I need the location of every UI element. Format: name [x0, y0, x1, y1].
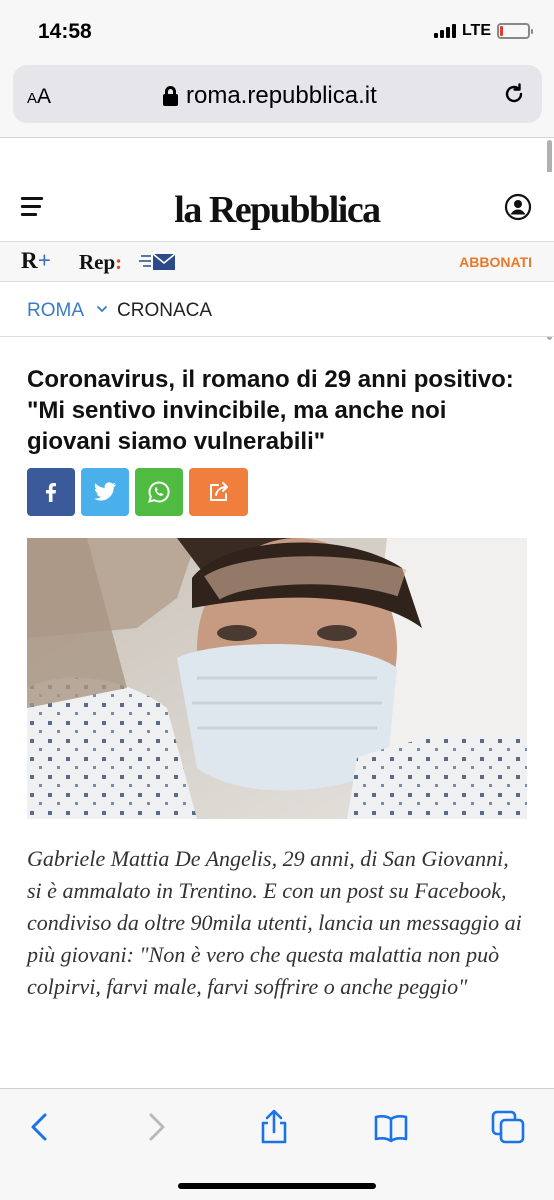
site-header: la Repubblica	[0, 172, 554, 242]
envelope-icon[interactable]	[139, 252, 177, 272]
secondary-nav: R+ Rep: ABBONATI	[0, 242, 554, 282]
twitter-icon	[94, 482, 116, 501]
twitter-share-button[interactable]	[81, 468, 129, 516]
address-bar[interactable]: AA roma.repubblica.it	[13, 65, 542, 123]
url-text: roma.repubblica.it	[186, 82, 377, 109]
status-bar: 14:58 LTE	[0, 0, 554, 62]
rplus-letter: R	[21, 248, 38, 273]
breadcrumb-section[interactable]: ROMA	[27, 300, 84, 322]
breadcrumb-subsection[interactable]: CRONACA	[117, 300, 212, 322]
battery-level	[500, 26, 504, 36]
rplus-plus: +	[37, 248, 51, 273]
home-indicator[interactable]	[178, 1183, 376, 1189]
status-time: 14:58	[38, 20, 92, 43]
network-label: LTE	[461, 22, 491, 39]
subscribe-link[interactable]: ABBONATI	[459, 254, 532, 270]
article-photo[interactable]	[27, 538, 527, 819]
patient-photo-image	[27, 538, 527, 819]
rep-colon: :	[115, 250, 123, 274]
signal-icon	[433, 24, 456, 38]
browser-address-area: AA roma.repubblica.it	[0, 62, 554, 138]
whatsapp-share-button[interactable]	[135, 468, 183, 516]
breadcrumb: ROMA CRONACA	[0, 282, 554, 337]
facebook-icon	[46, 483, 56, 502]
lock-icon	[163, 86, 178, 106]
whatsapp-icon	[148, 481, 170, 503]
reload-icon[interactable]	[502, 82, 526, 106]
share-bar	[27, 468, 248, 516]
user-account-icon[interactable]	[504, 193, 532, 221]
book-icon[interactable]	[373, 1109, 409, 1145]
article-headline: Coronavirus, il romano di 29 anni positi…	[27, 366, 514, 455]
back-chevron-icon[interactable]	[22, 1109, 58, 1145]
photo-caption: Gabriele Mattia De Angelis, 29 anni, di …	[27, 846, 522, 999]
battery-icon	[497, 23, 533, 39]
facebook-share-button[interactable]	[27, 468, 75, 516]
status-indicators: LTE	[433, 22, 533, 40]
chevron-down-icon[interactable]	[95, 302, 109, 316]
reader-settings-button[interactable]: AA	[27, 85, 51, 109]
forward-chevron-icon[interactable]	[138, 1109, 174, 1145]
rplus-link[interactable]: R+	[21, 248, 51, 274]
rep-link[interactable]: Rep:	[79, 250, 122, 275]
share-icon	[209, 482, 228, 501]
generic-share-button[interactable]	[189, 468, 248, 516]
url-display[interactable]: roma.repubblica.it	[163, 82, 377, 110]
site-logo[interactable]: la Repubblica	[0, 188, 554, 232]
rep-label: Rep	[79, 250, 116, 274]
share-icon[interactable]	[256, 1109, 292, 1145]
tabs-icon[interactable]	[490, 1109, 526, 1145]
